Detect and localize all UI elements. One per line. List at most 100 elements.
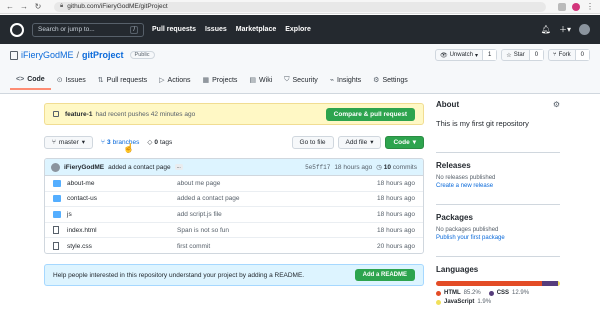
current-branch: master [58, 138, 79, 146]
fork-count[interactable]: 0 [574, 50, 589, 60]
repo-icon [10, 50, 18, 60]
go-to-file-button[interactable]: Go to file [291, 135, 334, 149]
tab-projects[interactable]: ▦ Projects [197, 70, 244, 90]
file-commit-message[interactable]: added a contact page [177, 195, 377, 202]
search-placeholder: Search or jump to... [38, 26, 95, 33]
tab-label: Actions [167, 76, 191, 84]
file-name[interactable]: style.css [67, 243, 177, 250]
add-file-button[interactable]: Add file ▾ [337, 135, 382, 149]
language-item[interactable]: HTML 85.2% [436, 290, 481, 296]
fork-label: Fork [558, 52, 571, 58]
tab-issues[interactable]: ⊙ Issues [51, 70, 92, 90]
tags-label: tags [159, 138, 173, 146]
file-name[interactable]: js [67, 211, 177, 218]
compare-pull-request-button[interactable]: Compare & pull request [325, 107, 415, 121]
tab-security[interactable]: ⛉ Security [278, 70, 324, 90]
create-release-link[interactable]: Create a new release [436, 183, 560, 189]
table-row[interactable]: style.css first commit 20 hours ago [45, 238, 423, 253]
tab-wiki[interactable]: ▤ Wiki [243, 70, 278, 90]
file-name[interactable]: about-me [67, 180, 177, 187]
tab-label: Code [27, 75, 45, 83]
tab-actions[interactable]: ▷ Actions [153, 70, 196, 90]
chevron-down-icon: ▾ [474, 52, 478, 59]
nav-pull-requests[interactable]: Pull requests [152, 26, 196, 33]
folder-icon [53, 210, 61, 218]
address-bar[interactable]: 🔒︎ github.com/iFieryGodME/gitProject [54, 1, 546, 12]
repo-name-link[interactable]: gitProject [82, 50, 124, 60]
unwatch-button[interactable]: 👁︎ Unwatch ▾ 1 [434, 49, 498, 61]
nav-explore[interactable]: Explore [285, 26, 311, 33]
recent-push-banner: feature-1 had recent pushes 42 minutes a… [44, 103, 424, 125]
file-commit-message[interactable]: about me page [177, 180, 377, 187]
profile-icon[interactable] [572, 2, 580, 11]
file-commit-message[interactable]: Span is not so fun [177, 227, 377, 234]
tags-count: 0 [154, 138, 158, 146]
packages-title[interactable]: Packages [436, 213, 560, 222]
releases-section: Releases No releases published Create a … [436, 152, 560, 189]
file-commit-message[interactable]: first commit [177, 243, 377, 250]
commit-time: 18 hours ago [334, 163, 373, 171]
add-readme-button[interactable]: Add a README [354, 269, 415, 281]
history-icon: ◷ [376, 164, 382, 171]
language-list: HTML 85.2% CSS 12.9% JavaScript 1.9% [436, 290, 560, 305]
language-name: CSS [496, 290, 510, 296]
bell-icon[interactable]: 🔔︎ [541, 25, 551, 34]
commits-link[interactable]: ◷ 10 commits [376, 163, 417, 171]
publish-package-link[interactable]: Publish your first package [436, 235, 560, 241]
commit-message[interactable]: added a contact page [108, 164, 171, 171]
menu-icon[interactable]: ⋮ [586, 2, 594, 11]
forward-icon[interactable]: → [20, 2, 28, 11]
language-item[interactable]: JavaScript 1.9% [436, 299, 491, 305]
reload-icon[interactable]: ↻ [34, 2, 42, 11]
back-icon[interactable]: ← [6, 2, 14, 11]
table-row[interactable]: js add script.js file 18 hours ago [45, 207, 423, 223]
tab-settings[interactable]: ⚙ Settings [367, 70, 414, 90]
file-commit-message[interactable]: add script.js file [177, 211, 377, 218]
play-icon: ▷ [159, 77, 165, 84]
star-button[interactable]: ☆ Star 0 [501, 49, 545, 61]
extension-icon[interactable] [558, 2, 566, 11]
repo-header: iFieryGodME / gitProject Public 👁︎ Unwatc… [0, 44, 600, 94]
code-button[interactable]: Code ▾ [385, 135, 424, 149]
repo-owner-link[interactable]: iFieryGodME [21, 50, 74, 60]
star-count[interactable]: 0 [528, 50, 544, 60]
language-percent: 1.9% [477, 299, 492, 305]
folder-icon [53, 195, 61, 203]
language-percent: 12.9% [512, 290, 530, 296]
tab-label: Settings [382, 76, 408, 84]
watch-count[interactable]: 1 [481, 50, 497, 60]
avatar[interactable] [51, 162, 60, 172]
gear-icon: ⚙ [373, 77, 380, 84]
pull-request-icon: ⇅ [97, 77, 104, 84]
tags-link[interactable]: ◇ 0 tags [147, 138, 173, 147]
chevron-down-icon: ▾ [370, 139, 374, 146]
pushed-branch-name[interactable]: feature-1 [65, 111, 92, 118]
commit-sha[interactable]: 5e5ff17 [305, 164, 330, 171]
branch-icon: ⑂ [52, 138, 56, 146]
table-row[interactable]: index.html Span is not so fun 18 hours a… [45, 223, 423, 239]
tab-insights[interactable]: ⌁ Insights [324, 70, 367, 90]
search-input[interactable]: Search or jump to... / [32, 22, 144, 37]
branch-icon [53, 111, 59, 117]
table-row[interactable]: contact-us added a contact page 18 hours… [45, 192, 423, 208]
fork-button[interactable]: ⑂ Fork 0 [548, 49, 590, 61]
file-icon [53, 226, 59, 235]
nav-issues[interactable]: Issues [205, 26, 227, 33]
tab-code[interactable]: <> Code [10, 70, 51, 90]
commit-author[interactable]: iFieryGodME [64, 164, 104, 171]
nav-marketplace[interactable]: Marketplace [236, 26, 276, 33]
tab-label: Wiki [259, 76, 273, 84]
plus-icon[interactable]: ＋▾ [559, 24, 571, 35]
chevron-down-icon: ▾ [412, 139, 416, 146]
avatar[interactable] [579, 24, 590, 35]
tab-pull-requests[interactable]: ⇅ Pull requests [92, 70, 153, 90]
github-logo-icon[interactable] [10, 22, 24, 37]
gear-icon[interactable]: ⚙ [553, 100, 560, 109]
language-item[interactable]: CSS 12.9% [488, 290, 530, 296]
commit-expand-button[interactable]: ... [174, 164, 183, 170]
branch-select-button[interactable]: ⑂ master ▾ [44, 135, 94, 149]
file-name[interactable]: index.html [67, 227, 177, 234]
table-row[interactable]: about-me about me page 18 hours ago [45, 176, 423, 192]
releases-title[interactable]: Releases [436, 161, 560, 170]
file-name[interactable]: contact-us [67, 195, 177, 202]
